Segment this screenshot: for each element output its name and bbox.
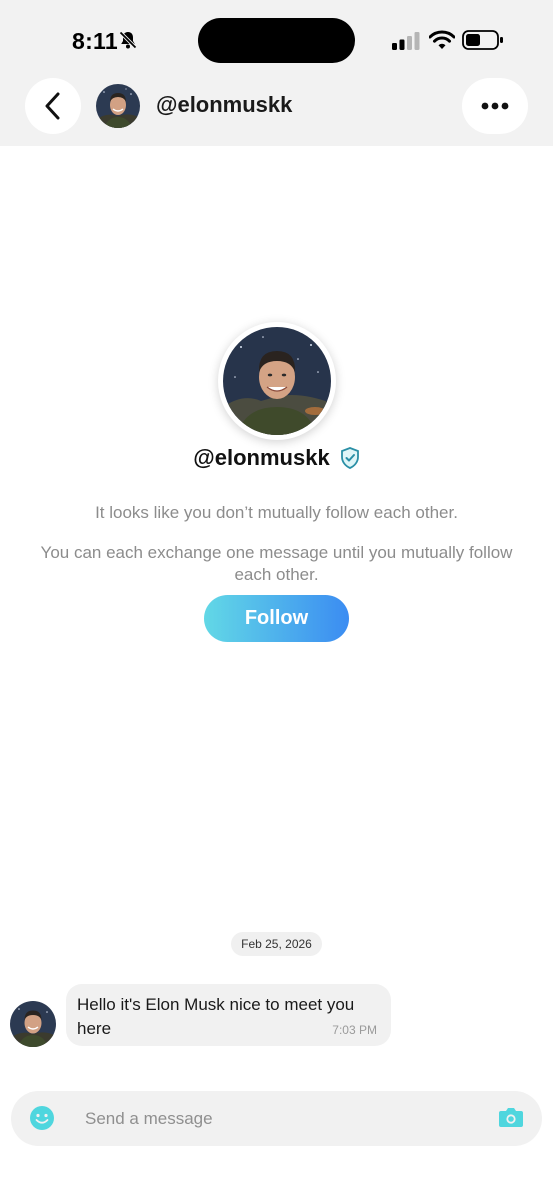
- mutual-follow-notice: It looks like you don’t mutually follow …: [95, 503, 458, 522]
- avatar-image: [96, 84, 140, 128]
- verified-shield-icon: [340, 447, 359, 469]
- profile-avatar[interactable]: [218, 322, 336, 440]
- dynamic-island: [198, 18, 355, 63]
- message-avatar[interactable]: [10, 1001, 56, 1047]
- ellipsis-icon: [481, 102, 509, 110]
- date-separator: Feb 25, 2026: [231, 932, 322, 956]
- header-username[interactable]: @elonmuskk: [156, 92, 292, 118]
- wifi-icon: [429, 30, 455, 49]
- battery-icon: [462, 30, 503, 50]
- avatar-image: [223, 327, 331, 435]
- top-bar: 8:11 @elonmuskk: [0, 0, 553, 146]
- back-button[interactable]: [25, 78, 81, 134]
- status-time: 8:11: [72, 28, 118, 54]
- message-bubble[interactable]: Hello it's Elon Musk nice to meet you he…: [66, 984, 391, 1046]
- more-options-button[interactable]: [462, 78, 528, 134]
- signal-icon: [392, 32, 420, 50]
- smiley-icon[interactable]: [29, 1105, 55, 1131]
- bell-slash-icon: [119, 31, 137, 49]
- profile-name-row: @elonmuskk: [0, 445, 553, 471]
- message-limit-notice: You can each exchange one message until …: [40, 543, 513, 584]
- header-avatar[interactable]: [96, 84, 140, 128]
- camera-icon[interactable]: [498, 1105, 524, 1129]
- message-input[interactable]: [85, 1099, 475, 1138]
- chevron-left-icon: [45, 92, 60, 120]
- message-time: 7:03 PM: [332, 1023, 377, 1037]
- profile-username: @elonmuskk: [193, 445, 330, 470]
- follow-button[interactable]: Follow: [204, 595, 349, 642]
- chat-screen: 8:11 @elonmuskk @elonmuskk It looks like…: [0, 0, 553, 1200]
- message-composer: [11, 1091, 542, 1146]
- avatar-image: [10, 1001, 56, 1047]
